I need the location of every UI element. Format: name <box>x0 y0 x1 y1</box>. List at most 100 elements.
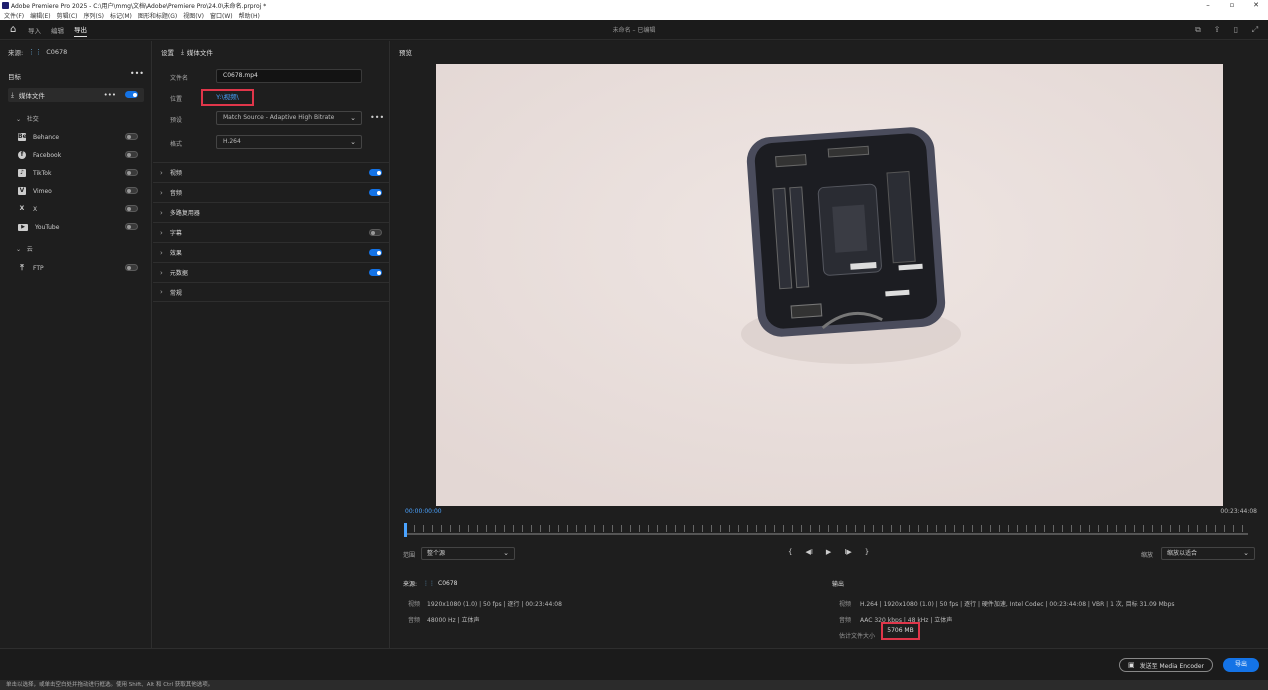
x-icon: X <box>19 205 25 212</box>
location-label: 位置 <box>170 96 183 103</box>
filename-input[interactable]: C0678.mp4 <box>216 69 362 83</box>
notifications-icon[interactable]: ▯ <box>1231 25 1241 35</box>
facebook-toggle[interactable] <box>125 151 138 158</box>
youtube-label: YouTube <box>35 223 60 231</box>
maximize-button[interactable]: ▫ <box>1220 0 1244 10</box>
export-file-icon: ⤓ <box>11 90 14 99</box>
preview-timeline[interactable] <box>404 523 1248 537</box>
x-label: X <box>33 205 38 213</box>
menu-view[interactable]: 视图(V) <box>183 11 204 20</box>
settings-target: 媒体文件 <box>186 49 213 57</box>
play-button[interactable]: ▶ <box>826 548 831 556</box>
video-toggle[interactable] <box>369 169 382 176</box>
section-audio[interactable]: › 音频 <box>153 182 390 202</box>
filename-label: 文件名 <box>170 75 189 82</box>
destination-youtube[interactable]: ▶ YouTube <box>18 222 138 232</box>
cloud-group-label: 云 <box>26 246 33 253</box>
menu-clip[interactable]: 剪辑(C) <box>57 11 78 20</box>
chevron-right-icon: › <box>160 268 163 277</box>
output-info-label: 输出 <box>832 581 845 588</box>
section-general[interactable]: › 常规 <box>153 282 390 302</box>
captions-toggle[interactable] <box>369 229 382 236</box>
metadata-toggle[interactable] <box>369 269 382 276</box>
social-group-label: 社交 <box>26 116 39 123</box>
chevron-right-icon: › <box>160 168 163 177</box>
range-value: 整个源 <box>427 550 446 557</box>
section-multiplexer[interactable]: › 多路复用器 <box>153 202 390 222</box>
effects-toggle[interactable] <box>369 249 382 256</box>
preset-more-icon[interactable]: ••• <box>370 113 384 122</box>
tab-export[interactable]: 导出 <box>74 22 87 37</box>
source-info-header: 来源: ⋮⋮ C0678 <box>403 579 803 588</box>
destination-vimeo[interactable]: V Vimeo <box>18 186 138 196</box>
mini-pc-image <box>436 64 1223 506</box>
location-link[interactable]: Y:\视频\ <box>201 89 254 106</box>
menu-edit[interactable]: 编辑(E) <box>30 11 50 20</box>
source-video-label: 视频 <box>408 601 421 608</box>
cloud-group[interactable]: ⌄ 云 <box>16 244 33 253</box>
vimeo-toggle[interactable] <box>125 187 138 194</box>
settings-header: 设置 ⤓ 媒体文件 <box>161 47 213 58</box>
step-forward-button[interactable]: I▶ <box>844 548 851 556</box>
playhead[interactable] <box>404 523 407 537</box>
status-bar: 单击以选择，或单击空白处并拖动进行框选。使用 Shift、Alt 和 Ctrl … <box>0 680 1268 690</box>
mark-out-button[interactable]: } <box>865 548 869 556</box>
step-back-button[interactable]: ◀I <box>805 548 812 556</box>
destination-media-file[interactable]: ⤓ 媒体文件 ••• <box>8 88 144 102</box>
preview-controls: 范围 整个源 ⌄ { ◀I ▶ I▶ } 缩放 缩放以适合 ⌄ <box>391 546 1268 562</box>
preview-frame <box>436 64 1223 506</box>
mark-in-button[interactable]: { <box>788 548 792 556</box>
menu-file[interactable]: 文件(F) <box>4 11 24 20</box>
preview-title: 预览 <box>399 49 412 57</box>
source-info-label: 来源: <box>403 581 418 588</box>
format-select[interactable]: H.264 ⌄ <box>216 135 362 149</box>
behance-label: Behance <box>33 133 60 141</box>
destination-x[interactable]: X X <box>18 204 138 214</box>
scale-select[interactable]: 缩放以适合 ⌄ <box>1161 547 1255 560</box>
destination-behance[interactable]: Be Behance <box>18 132 138 142</box>
media-file-more-icon[interactable]: ••• <box>104 91 116 99</box>
destinations-header: 目标 ••• <box>8 69 144 81</box>
more-options-icon[interactable]: ••• <box>130 69 144 78</box>
destination-tiktok[interactable]: ♪ TikTok <box>18 168 138 178</box>
menu-sequence[interactable]: 序列(S) <box>84 11 105 20</box>
section-metadata[interactable]: › 元数据 <box>153 262 390 282</box>
ftp-toggle[interactable] <box>125 264 138 271</box>
preset-value: Match Source - Adaptive High Bitrate <box>223 114 335 121</box>
close-button[interactable]: ✕ <box>1244 0 1268 10</box>
window-controls: – ▫ ✕ <box>1196 0 1268 10</box>
section-captions[interactable]: › 字幕 <box>153 222 390 242</box>
media-file-toggle[interactable] <box>125 91 138 98</box>
source-audio-label: 音频 <box>408 617 421 624</box>
social-group[interactable]: ⌄ 社交 <box>16 114 39 123</box>
send-to-media-encoder-button[interactable]: ▣ 发送至 Media Encoder <box>1119 658 1213 672</box>
menu-markers[interactable]: 标记(M) <box>110 11 132 20</box>
tab-import[interactable]: 导入 <box>28 23 41 37</box>
timeline-track[interactable] <box>405 533 1248 535</box>
tiktok-toggle[interactable] <box>125 169 138 176</box>
tiktok-label: TikTok <box>33 169 52 177</box>
destination-ftp[interactable]: ⤒ FTP <box>18 263 138 273</box>
section-effects[interactable]: › 效果 <box>153 242 390 262</box>
tab-edit[interactable]: 编辑 <box>51 23 64 37</box>
facebook-label: Facebook <box>33 151 62 159</box>
menu-help[interactable]: 帮助(H) <box>239 11 260 20</box>
range-select[interactable]: 整个源 ⌄ <box>421 547 515 560</box>
youtube-toggle[interactable] <box>125 223 138 230</box>
export-button[interactable]: 导出 <box>1223 658 1259 672</box>
share-icon[interactable]: ⇪ <box>1212 25 1222 35</box>
quick-export-icon[interactable]: ⧉ <box>1193 25 1203 35</box>
preset-select[interactable]: Match Source - Adaptive High Bitrate ⌄ <box>216 111 362 125</box>
menu-graphics[interactable]: 图形和标题(G) <box>138 11 177 20</box>
fullscreen-icon[interactable]: ⤢ <box>1250 25 1260 35</box>
behance-toggle[interactable] <box>125 133 138 140</box>
home-icon[interactable]: ⌂ <box>10 24 20 35</box>
source-clip: C0678 <box>46 48 68 56</box>
source-header: 来源: ⋮⋮ C0678 <box>8 47 67 57</box>
minimize-button[interactable]: – <box>1196 0 1220 10</box>
menu-window[interactable]: 窗口(W) <box>210 11 233 20</box>
section-video[interactable]: › 视频 <box>153 162 390 182</box>
x-toggle[interactable] <box>125 205 138 212</box>
destination-facebook[interactable]: f Facebook <box>18 150 138 160</box>
audio-toggle[interactable] <box>369 189 382 196</box>
